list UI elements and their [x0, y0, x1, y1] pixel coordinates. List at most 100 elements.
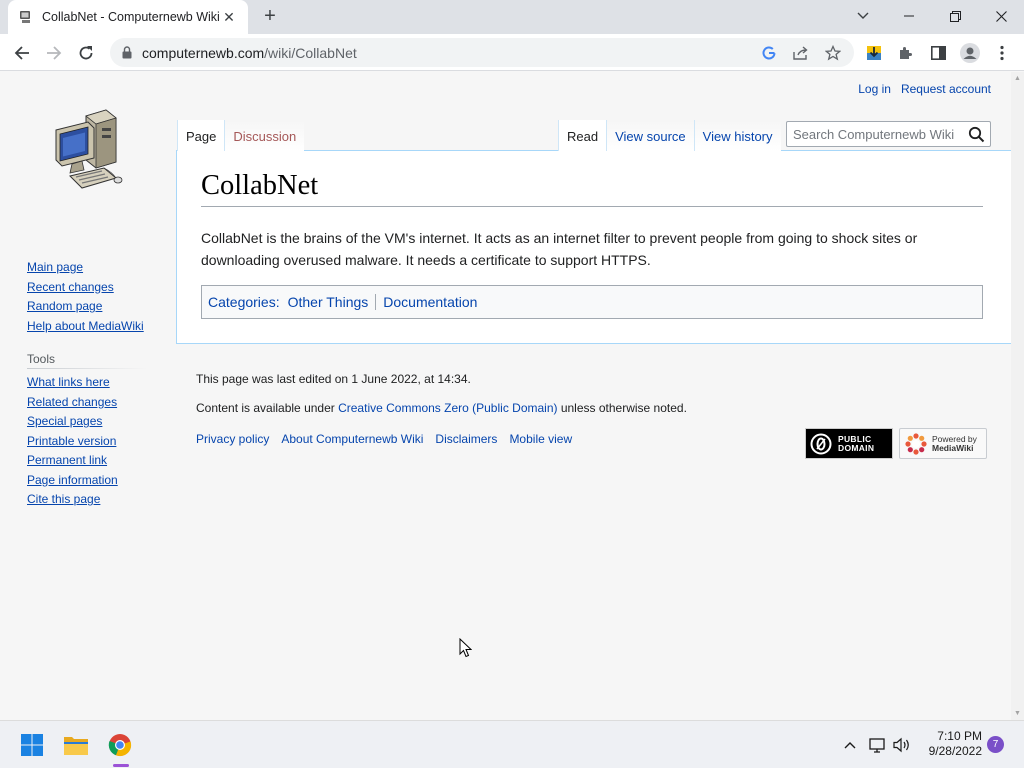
public-domain-badge[interactable]: PUBLIC DOMAIN	[805, 428, 893, 459]
url-path: /wiki/CollabNet	[264, 44, 357, 61]
close-window-icon[interactable]	[986, 4, 1016, 28]
back-arrow-icon[interactable]	[9, 40, 35, 66]
sidebar-tools: What links here Related changes Special …	[27, 373, 157, 510]
tab-view-source-label: View source	[615, 129, 686, 144]
side-panel-icon[interactable]	[925, 40, 951, 66]
sidebar-navigation: Main page Recent changes Random page Hel…	[27, 258, 157, 336]
url-host: computernewb.com	[142, 44, 265, 61]
new-tab-icon[interactable]: +	[258, 5, 282, 29]
scroll-up-arrow-icon[interactable]: ▲	[1014, 75, 1021, 82]
lock-icon[interactable]	[122, 46, 132, 59]
footer-last-edited: This page was last edited on 1 June 2022…	[196, 372, 471, 386]
categories-colon: :	[275, 294, 280, 310]
category-separator	[375, 294, 377, 310]
address-bar[interactable]: computernewb.com/wiki/CollabNet	[110, 38, 854, 67]
wiki-search	[786, 121, 991, 147]
wiki-favicon-icon	[18, 9, 34, 25]
mediawiki-badge-text: Powered by MediaWiki	[932, 434, 977, 453]
wiki-logo-computer-icon[interactable]	[48, 108, 128, 194]
browser-menu-icon[interactable]	[989, 40, 1015, 66]
mobile-view-link[interactable]: Mobile view	[509, 432, 572, 446]
footer: This page was last edited on 1 June 2022…	[196, 370, 991, 459]
tab-search-chevron-icon[interactable]	[848, 4, 878, 28]
sidebar-item-help[interactable]: Help about MediaWiki	[27, 317, 157, 337]
clock-time: 7:10 PM	[937, 729, 982, 743]
sidebar-item-permanent-link[interactable]: Permanent link	[27, 451, 157, 471]
footer-places: Privacy policy About Computernewb Wiki D…	[196, 432, 572, 446]
footer-license: Content is available under Creative Comm…	[196, 399, 991, 428]
category-link-other-things[interactable]: Other Things	[288, 294, 369, 310]
tab-view-history[interactable]: View history	[693, 120, 781, 151]
bookmark-star-icon[interactable]	[824, 44, 842, 62]
tab-page-label: Page	[186, 129, 217, 144]
sidebar-item-main-page[interactable]: Main page	[27, 258, 157, 278]
sidebar-item-page-information[interactable]: Page information	[27, 471, 157, 491]
tab-read[interactable]: Read	[558, 120, 607, 152]
download-extension-icon[interactable]	[861, 40, 887, 66]
sidebar-item-printable-version[interactable]: Printable version	[27, 432, 157, 452]
sidebar-item-recent-changes[interactable]: Recent changes	[27, 278, 157, 298]
request-account-link[interactable]: Request account	[901, 82, 991, 96]
active-app-indicator	[113, 764, 129, 767]
sidebar-tools-heading: Tools	[27, 352, 147, 369]
sidebar-item-special-pages[interactable]: Special pages	[27, 412, 157, 432]
category-links: Categories: Other Things Documentation	[201, 285, 983, 319]
network-icon[interactable]	[868, 735, 888, 755]
windows-start-icon[interactable]	[16, 729, 48, 761]
url-text: computernewb.com/wiki/CollabNet	[142, 45, 357, 61]
badge-mw-line2: MediaWiki	[932, 442, 974, 453]
tab-title: CollabNet - Computernewb Wiki	[42, 10, 220, 24]
minimize-icon[interactable]	[894, 4, 924, 28]
restore-icon[interactable]	[940, 4, 970, 28]
public-domain-icon	[810, 433, 832, 454]
privacy-policy-link[interactable]: Privacy policy	[196, 432, 269, 446]
footer-license-prefix: Content is available under	[196, 401, 339, 415]
tab-discussion[interactable]: Discussion	[224, 120, 305, 151]
google-lens-icon[interactable]	[760, 44, 778, 62]
volume-icon[interactable]	[892, 735, 912, 755]
sidebar-item-random-page[interactable]: Random page	[27, 297, 157, 317]
tab-close-icon[interactable]: ✕	[220, 9, 238, 26]
sidebar-item-what-links-here[interactable]: What links here	[27, 373, 157, 393]
login-link[interactable]: Log in	[858, 82, 891, 96]
badge-pd-line2: DOMAIN	[838, 442, 875, 453]
disclaimers-link[interactable]: Disclaimers	[435, 432, 497, 446]
file-explorer-icon[interactable]	[60, 729, 92, 761]
extensions-puzzle-icon[interactable]	[893, 40, 919, 66]
personal-tools: Log in Request account	[858, 82, 991, 96]
category-link-documentation[interactable]: Documentation	[383, 294, 477, 310]
tab-page[interactable]: Page	[177, 120, 225, 152]
page-scrollbar[interactable]: ▲ ▼	[1011, 72, 1024, 720]
page-title: CollabNet	[201, 170, 983, 207]
browser-toolbar: computernewb.com/wiki/CollabNet	[0, 34, 1024, 71]
mouse-pointer-icon	[459, 637, 473, 663]
tab-view-history-label: View history	[702, 129, 773, 144]
wiki-page: Log in Request account Main page Recent …	[0, 72, 1011, 720]
tray-chevron-up-icon[interactable]	[840, 735, 860, 755]
sidebar-item-cite-this-page[interactable]: Cite this page	[27, 490, 157, 510]
license-link[interactable]: Creative Commons Zero (Public Domain)	[338, 401, 557, 415]
footer-license-suffix: unless otherwise noted.	[557, 401, 687, 415]
share-icon[interactable]	[792, 44, 810, 62]
sidebar: Main page Recent changes Random page Hel…	[27, 258, 157, 510]
taskbar-clock[interactable]: 7:10 PM 9/28/2022	[920, 729, 982, 759]
profile-avatar-icon[interactable]	[957, 40, 983, 66]
public-domain-badge-text: PUBLIC DOMAIN	[838, 434, 875, 453]
sidebar-item-related-changes[interactable]: Related changes	[27, 393, 157, 413]
tab-view-source[interactable]: View source	[606, 120, 694, 151]
search-input[interactable]	[793, 126, 963, 142]
categories-label-link[interactable]: Categories	[208, 294, 276, 310]
taskbar: 7:10 PM 9/28/2022 7	[0, 720, 1024, 768]
reload-icon[interactable]	[73, 40, 99, 66]
powered-by-mediawiki-badge[interactable]: Powered by MediaWiki	[899, 428, 987, 459]
about-link[interactable]: About Computernewb Wiki	[281, 432, 423, 446]
browser-tab-active[interactable]: CollabNet - Computernewb Wiki ✕	[8, 0, 248, 34]
search-icon[interactable]	[968, 126, 985, 148]
notification-badge[interactable]: 7	[987, 736, 1004, 753]
namespace-tabs: Page Discussion	[177, 120, 305, 152]
forward-arrow-icon[interactable]	[41, 40, 67, 66]
categories-label: Categories	[208, 294, 276, 310]
browser-tab-strip: CollabNet - Computernewb Wiki ✕ +	[0, 0, 1024, 34]
scroll-down-arrow-icon[interactable]: ▼	[1014, 710, 1021, 717]
chrome-taskbar-icon[interactable]	[104, 729, 136, 761]
